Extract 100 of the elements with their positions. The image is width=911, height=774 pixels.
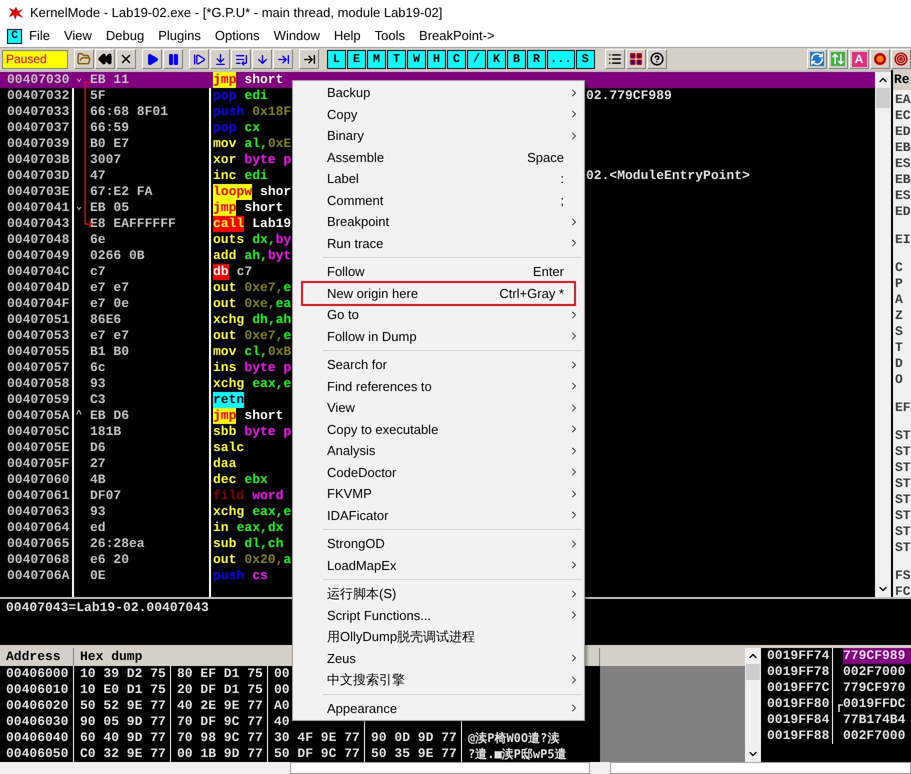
stack-value-cell[interactable]: 002F7000 bbox=[843, 664, 911, 680]
menu-bar-item[interactable]: Debug bbox=[98, 26, 152, 46]
address-cell[interactable]: 0040705A bbox=[0, 408, 72, 424]
address-cell[interactable]: 0040705F bbox=[0, 456, 72, 472]
trace-into-button[interactable] bbox=[231, 49, 251, 69]
record-button[interactable] bbox=[870, 49, 890, 69]
target-button[interactable] bbox=[891, 49, 911, 69]
address-cell[interactable]: 00407068 bbox=[0, 552, 72, 568]
stack-value-cell[interactable]: 0019FFDC bbox=[843, 696, 911, 712]
refresh-button[interactable] bbox=[807, 49, 827, 69]
menu-item[interactable]: Analysis bbox=[303, 440, 574, 462]
stack-value-cell[interactable]: 779CF970 bbox=[843, 680, 911, 696]
address-cell[interactable]: 0040703D bbox=[0, 168, 72, 184]
address-cell[interactable]: 00407061 bbox=[0, 488, 72, 504]
menu-item[interactable]: Appearance bbox=[303, 698, 574, 719]
address-cell[interactable]: 0040705E bbox=[0, 440, 72, 456]
menu-item[interactable]: Follow in Dump bbox=[303, 326, 574, 347]
address-cell[interactable]: 0040706A bbox=[0, 568, 72, 584]
menu-bar-item[interactable]: Options bbox=[208, 26, 267, 46]
address-cell[interactable]: 0040704D bbox=[0, 280, 72, 296]
shortcut-button[interactable]: S bbox=[576, 50, 595, 68]
address-cell[interactable]: 0040703E bbox=[0, 184, 72, 200]
trace-over-button[interactable] bbox=[252, 49, 272, 69]
menu-item[interactable]: Script Functions... bbox=[303, 604, 574, 626]
shortcut-button[interactable]: T bbox=[387, 50, 406, 68]
address-cell[interactable]: 00407053 bbox=[0, 328, 72, 344]
shortcut-button[interactable]: R bbox=[527, 50, 546, 68]
menu-item[interactable]: Breakpoint bbox=[303, 211, 574, 232]
menu-item[interactable]: Go to bbox=[303, 304, 574, 326]
address-cell[interactable]: 00407063 bbox=[0, 504, 72, 520]
menu-item[interactable]: LoadMapEx bbox=[303, 554, 574, 576]
address-cell[interactable]: 00407058 bbox=[0, 376, 72, 392]
shortcut-button[interactable]: W bbox=[407, 50, 426, 68]
restart-button[interactable] bbox=[95, 49, 115, 69]
step-over-button[interactable] bbox=[210, 49, 230, 69]
menu-item[interactable]: Search for bbox=[303, 354, 574, 376]
menu-bar-item[interactable]: Plugins bbox=[151, 26, 208, 46]
pause-button[interactable] bbox=[163, 49, 183, 69]
list-button[interactable] bbox=[604, 49, 625, 69]
address-cell[interactable]: 00407057 bbox=[0, 360, 72, 376]
shortcut-button[interactable]: M bbox=[367, 50, 386, 68]
menu-item[interactable]: Binary bbox=[303, 125, 574, 146]
stack-value-cell[interactable]: 002F7000 bbox=[843, 728, 911, 744]
address-cell[interactable]: 00407059 bbox=[0, 392, 72, 408]
address-cell[interactable]: 0040705C bbox=[0, 424, 72, 440]
menu-item[interactable]: Zeus bbox=[303, 648, 574, 669]
step-into-button[interactable] bbox=[189, 49, 209, 69]
address-cell[interactable]: 00407033 bbox=[0, 104, 72, 120]
address-cell[interactable]: 0040704C bbox=[0, 264, 72, 280]
address-cell[interactable]: 0040704F bbox=[0, 296, 72, 312]
menu-bar-item[interactable]: Help bbox=[326, 26, 368, 46]
menu-bar-item[interactable]: Tools bbox=[368, 26, 412, 46]
address-cell[interactable]: 00407055 bbox=[0, 344, 72, 360]
grid-button[interactable] bbox=[626, 49, 646, 69]
address-cell[interactable]: 00407048 bbox=[0, 232, 72, 248]
address-cell[interactable]: 00407037 bbox=[0, 120, 72, 136]
scrollbar[interactable] bbox=[875, 70, 891, 597]
menu-item[interactable]: 运行脚本(S) bbox=[303, 583, 574, 604]
scroll-thumb[interactable] bbox=[876, 88, 890, 108]
menu-item[interactable]: 中文搜索引擎 bbox=[303, 669, 574, 690]
menu-item[interactable]: Assemble Space bbox=[303, 146, 574, 168]
menu-item[interactable]: CodeDoctor bbox=[303, 462, 574, 483]
shortcut-button[interactable]: L bbox=[327, 50, 346, 68]
run-button[interactable] bbox=[142, 49, 162, 69]
menu-bar-item[interactable]: View bbox=[56, 26, 99, 46]
menu-item[interactable]: Comment ; bbox=[303, 190, 574, 211]
shortcut-button[interactable]: H bbox=[427, 50, 446, 68]
close-button[interactable] bbox=[116, 49, 136, 69]
address-cell[interactable]: 00407043 bbox=[0, 216, 72, 232]
menu-item[interactable]: Label : bbox=[303, 168, 574, 190]
menu-item[interactable]: 用OllyDump脱壳调试进程 bbox=[303, 626, 574, 648]
menu-item[interactable]: New origin here Ctrl+Gray * bbox=[303, 282, 574, 304]
address-cell[interactable]: 00407039 bbox=[0, 136, 72, 152]
stack-value-cell[interactable]: 77B174B4 bbox=[843, 712, 911, 728]
menu-item[interactable]: Backup bbox=[303, 82, 574, 104]
app-badge[interactable]: C bbox=[7, 28, 22, 44]
menu-item[interactable]: StrongOD bbox=[303, 533, 574, 554]
address-cell[interactable]: 0040703B bbox=[0, 152, 72, 168]
menu-item[interactable]: View bbox=[303, 397, 574, 418]
menu-item[interactable]: Follow Enter bbox=[303, 261, 574, 282]
menu-item[interactable]: Copy to executable bbox=[303, 418, 574, 440]
scroll-thumb[interactable] bbox=[746, 664, 760, 680]
menu-bar-item[interactable]: Window bbox=[266, 26, 327, 46]
menu-bar-item[interactable]: BreakPoint-> bbox=[412, 26, 502, 46]
address-cell[interactable]: 00407032 bbox=[0, 88, 72, 104]
help-button[interactable] bbox=[646, 49, 667, 69]
shortcut-button[interactable]: C bbox=[447, 50, 466, 68]
menu-item[interactable]: Run trace bbox=[303, 232, 574, 254]
menu-item[interactable]: Find references to bbox=[303, 376, 574, 397]
address-cell[interactable]: 00407065 bbox=[0, 536, 72, 552]
address-cell[interactable]: 00407041 bbox=[0, 200, 72, 216]
shortcut-button[interactable]: ... bbox=[547, 50, 575, 68]
shortcut-button[interactable]: E bbox=[347, 50, 366, 68]
shortcut-button[interactable]: / bbox=[467, 50, 486, 68]
return-button[interactable] bbox=[273, 49, 293, 69]
menu-item[interactable]: FKVMP bbox=[303, 483, 574, 504]
menu-bar-item[interactable]: File bbox=[22, 26, 57, 46]
address-cell[interactable]: 00407064 bbox=[0, 520, 72, 536]
stack-value-cell[interactable]: 779CF989 bbox=[843, 648, 911, 664]
goto-button[interactable] bbox=[299, 49, 319, 69]
